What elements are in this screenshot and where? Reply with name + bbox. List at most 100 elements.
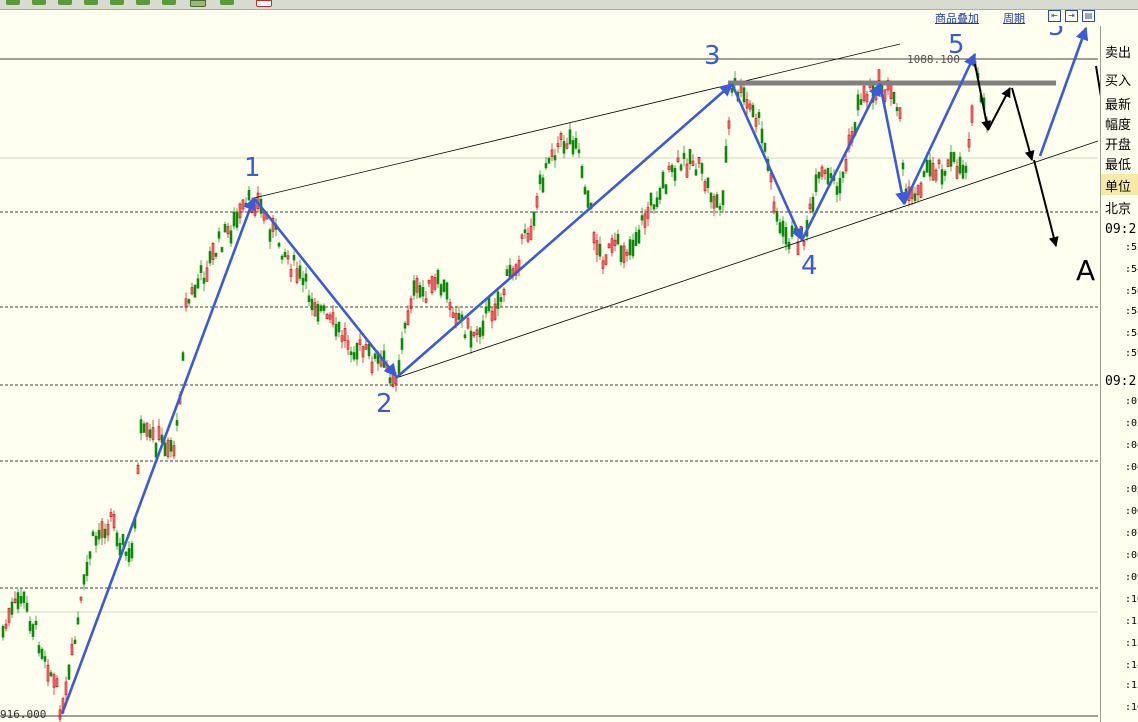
wave-5-alt-line bbox=[1038, 26, 1089, 157]
toolbar-button[interactable] bbox=[220, 0, 234, 5]
candle-body bbox=[94, 535, 98, 546]
candle-body bbox=[142, 423, 146, 433]
candle-body bbox=[436, 269, 440, 285]
time-label: :14 bbox=[1125, 660, 1138, 671]
candle-body bbox=[457, 313, 461, 320]
candle-body bbox=[124, 551, 128, 556]
candle-body bbox=[538, 174, 542, 185]
candle-body bbox=[442, 279, 446, 292]
candle-body bbox=[469, 330, 473, 348]
candle-body bbox=[922, 171, 926, 178]
wave-4-line bbox=[730, 83, 804, 242]
candle-body bbox=[67, 664, 71, 680]
candle-body bbox=[619, 245, 623, 263]
candle-body bbox=[571, 140, 575, 155]
candlesticks bbox=[1, 60, 989, 722]
candle-body bbox=[244, 202, 248, 207]
quote-label-latest: 最新 bbox=[1105, 98, 1132, 113]
quote-label-sell: 卖出 bbox=[1105, 46, 1132, 61]
candle-body bbox=[439, 284, 443, 296]
candle-body bbox=[292, 254, 296, 261]
wave-sub-line bbox=[800, 82, 882, 241]
window-split-icon[interactable]: ▤ bbox=[1082, 10, 1095, 22]
channel-upper-line bbox=[253, 43, 901, 199]
toolbar-button[interactable] bbox=[58, 0, 72, 5]
time-label: :54 bbox=[1125, 264, 1138, 275]
candle-body bbox=[400, 338, 404, 350]
candle-body bbox=[721, 190, 725, 206]
candle-body bbox=[307, 295, 311, 302]
candle-body bbox=[220, 247, 224, 252]
candle-body bbox=[196, 278, 200, 289]
toolbar-button-alert[interactable] bbox=[256, 0, 272, 7]
channel-lower-line bbox=[395, 140, 1099, 379]
time-label: :04 bbox=[1125, 440, 1138, 451]
candle-body bbox=[814, 174, 818, 192]
candle-body bbox=[37, 645, 41, 654]
candle-body bbox=[688, 149, 692, 165]
toolbar-button[interactable] bbox=[162, 0, 176, 5]
candle-body bbox=[187, 299, 191, 304]
candle-body bbox=[337, 321, 341, 333]
quote-label-change: 幅度 bbox=[1105, 118, 1132, 133]
candle-body bbox=[598, 243, 602, 257]
candle-body bbox=[943, 171, 947, 176]
wave-label: 4 bbox=[801, 251, 818, 281]
toolbar-button[interactable] bbox=[136, 0, 150, 5]
candle-body bbox=[28, 620, 32, 632]
time-label: :04 bbox=[1125, 462, 1138, 473]
time-label: :07 bbox=[1125, 528, 1138, 539]
candle-body bbox=[310, 298, 314, 311]
wave-label: 1 bbox=[244, 153, 261, 183]
window-right-icon[interactable]: ⇥ bbox=[1065, 10, 1078, 22]
candle-body bbox=[628, 239, 632, 256]
trend-channel bbox=[253, 43, 1099, 379]
candle-body bbox=[22, 591, 26, 603]
candle-body bbox=[841, 171, 845, 178]
candle-body bbox=[904, 188, 908, 196]
candle-body bbox=[640, 215, 644, 221]
candle-body bbox=[742, 87, 746, 103]
toolbar-button-active[interactable] bbox=[190, 0, 206, 7]
toolbar-button[interactable] bbox=[32, 0, 46, 5]
candle-body bbox=[637, 229, 641, 244]
candle-body bbox=[652, 204, 656, 210]
candle-body bbox=[352, 352, 356, 360]
candle-body bbox=[763, 142, 767, 152]
candle-body bbox=[901, 162, 905, 170]
menu-period[interactable]: 周期 bbox=[1003, 10, 1025, 26]
candle-body bbox=[925, 159, 929, 173]
candle-body bbox=[202, 277, 206, 284]
candle-body bbox=[568, 129, 572, 145]
quote-panel: 卖出 买入 最新 幅度 开盘 最低 单位 北京 09:2:53:54:56:58… bbox=[1100, 26, 1138, 722]
candle-body bbox=[670, 165, 674, 173]
scenario-label: A bbox=[1076, 254, 1095, 287]
candle-body bbox=[31, 624, 35, 637]
projection-arrow bbox=[1033, 159, 1059, 247]
window-left-icon[interactable]: ⇤ bbox=[1048, 10, 1061, 22]
candle-body bbox=[247, 189, 251, 201]
candle-body bbox=[751, 104, 755, 118]
candle-body bbox=[817, 172, 821, 179]
candle-body bbox=[163, 442, 167, 456]
candle-body bbox=[235, 212, 239, 228]
candle-body bbox=[631, 239, 635, 257]
candle-body bbox=[958, 156, 962, 174]
candle-body bbox=[562, 141, 566, 154]
time-label: 09:2 bbox=[1105, 222, 1137, 237]
candle-body bbox=[940, 169, 944, 185]
menu-overlay[interactable]: 商品叠加 bbox=[935, 10, 979, 26]
toolbar-button[interactable] bbox=[6, 0, 20, 5]
candle-body bbox=[154, 442, 158, 458]
elliott-wave-lines bbox=[60, 26, 1089, 715]
time-label: :58 bbox=[1125, 306, 1138, 317]
candle-body bbox=[280, 255, 284, 260]
candle-body bbox=[784, 227, 788, 245]
toolbar-button[interactable] bbox=[110, 0, 124, 5]
time-label: :13 bbox=[1125, 638, 1138, 649]
wave-3-line bbox=[395, 83, 733, 379]
candle-body bbox=[367, 343, 371, 357]
toolbar-button[interactable] bbox=[84, 0, 98, 5]
time-label: :08 bbox=[1125, 550, 1138, 561]
candle-body bbox=[298, 265, 302, 279]
